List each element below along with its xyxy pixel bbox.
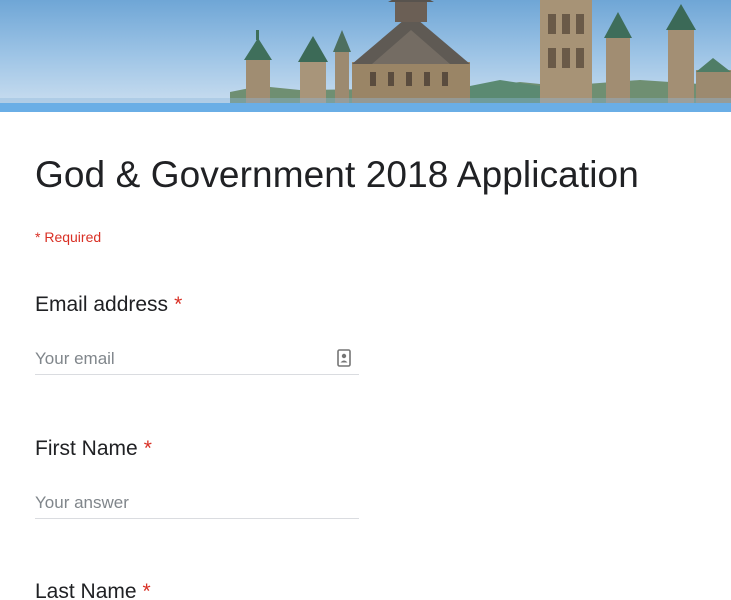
question-label: Email address * (35, 292, 365, 318)
form-title: God & Government 2018 Application (35, 154, 639, 195)
first-name-field-container (35, 490, 359, 519)
contact-card-icon[interactable] (337, 349, 351, 367)
parliament-illustration (0, 0, 731, 103)
first-name-input[interactable] (35, 490, 325, 516)
email-field-container (35, 346, 359, 375)
question-label-text: First Name (35, 437, 138, 460)
question-label: First Name * (35, 436, 365, 462)
question-label-text: Email address (35, 293, 169, 316)
form-page: God & Government 2018 Application * Requ… (0, 0, 731, 600)
question-label-text: Last Name (35, 580, 137, 600)
question-last-name: Last Name * (35, 579, 365, 600)
question-first-name: First Name * (35, 436, 365, 519)
required-asterisk: * (143, 437, 152, 460)
question-email: Email address * (35, 292, 365, 375)
email-input[interactable] (35, 346, 325, 372)
question-label: Last Name * (35, 579, 365, 600)
required-note: * Required (35, 229, 102, 245)
required-asterisk: * (174, 293, 183, 316)
header-accent-bar (0, 103, 731, 112)
header-banner-image (0, 0, 731, 103)
required-asterisk: * (142, 580, 151, 600)
